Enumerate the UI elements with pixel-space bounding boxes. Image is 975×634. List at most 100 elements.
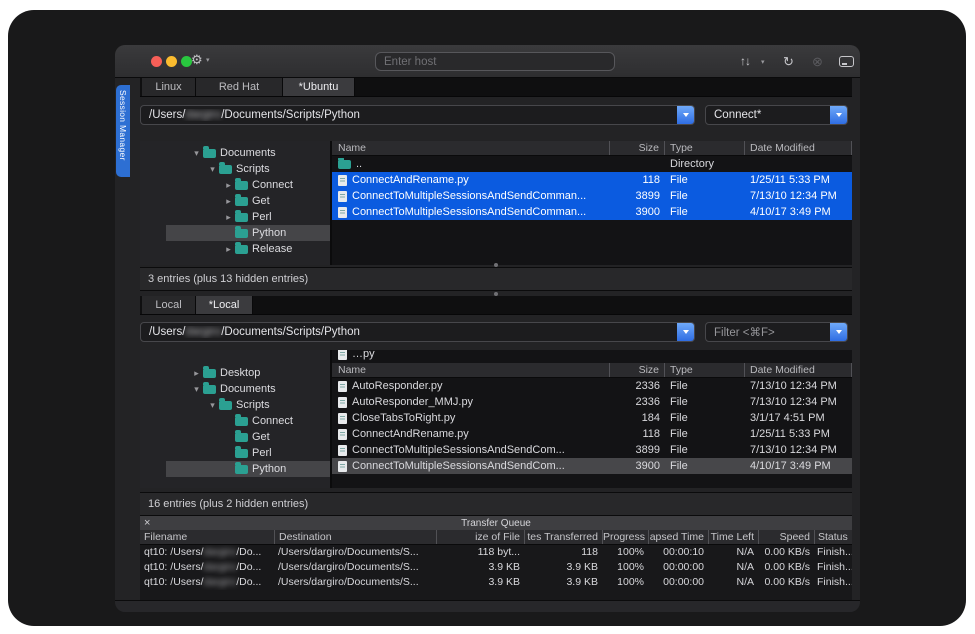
window-bottom-edge xyxy=(115,600,860,612)
transfer-queue-columns[interactable]: Filename Destination ize of File tes Tra… xyxy=(140,530,852,545)
tab-ubuntu[interactable]: *Ubuntu xyxy=(283,78,355,96)
tree-item-python[interactable]: Python xyxy=(140,461,330,477)
column-header-filename[interactable]: Filename xyxy=(140,530,274,544)
file-type-cell: File xyxy=(665,190,745,202)
tree-item-documents[interactable]: Documents xyxy=(140,145,330,161)
column-header-date-modified[interactable]: Date Modified xyxy=(745,363,852,377)
tree-item-get[interactable]: Get xyxy=(140,193,330,209)
column-header-size-of-file[interactable]: ize of File xyxy=(436,530,524,544)
path-suffix: /Documents/Scripts/Python xyxy=(221,326,360,338)
column-header-speed[interactable]: Speed xyxy=(758,530,814,544)
disclosure-open-icon[interactable] xyxy=(206,164,219,175)
file-size-cell: 3899 xyxy=(610,190,665,202)
file-row-selected[interactable]: ConnectAndRename.py 118 File 1/25/11 5:3… xyxy=(332,172,852,188)
folder-icon xyxy=(235,449,248,458)
disclosure-open-icon[interactable] xyxy=(190,148,203,159)
file-size-cell: 118 xyxy=(610,174,665,186)
tab-local-active[interactable]: *Local xyxy=(196,296,253,314)
dropdown-button[interactable] xyxy=(830,323,847,341)
local-list-header[interactable]: Name Size Type Date Modified xyxy=(332,363,852,378)
host-input[interactable] xyxy=(375,52,615,71)
tree-item-perl[interactable]: Perl xyxy=(140,209,330,225)
column-header-size[interactable]: Size xyxy=(610,141,665,155)
file-row-selected[interactable]: ConnectToMultipleSessionsAndSendCom... 3… xyxy=(332,458,852,474)
tree-item-connect[interactable]: Connect xyxy=(140,413,330,429)
column-header-status[interactable]: Status xyxy=(814,530,852,544)
tab-red-hat[interactable]: Red Hat xyxy=(196,78,283,96)
file-name-label: AutoResponder.py xyxy=(352,380,443,392)
file-row[interactable]: ConnectAndRename.py 118 File 1/25/11 5:3… xyxy=(332,426,852,442)
tree-item-scripts[interactable]: Scripts xyxy=(140,397,330,413)
dropdown-button[interactable] xyxy=(830,106,847,124)
tree-item-scripts[interactable]: Scripts xyxy=(140,161,330,177)
queue-row[interactable]: qt10: /Users/dargiro/Do... /Users/dargir… xyxy=(140,575,852,590)
column-header-time-left[interactable]: Time Left xyxy=(708,530,758,544)
close-window-button[interactable] xyxy=(151,56,162,67)
column-header-progress[interactable]: Progress xyxy=(602,530,648,544)
filter-combo[interactable]: Filter <⌘F> xyxy=(705,322,848,342)
tree-item-get[interactable]: Get xyxy=(140,429,330,445)
file-date-cell: 7/13/10 12:34 PM xyxy=(745,190,852,202)
column-header-name[interactable]: Name xyxy=(332,141,610,155)
remote-path-combo[interactable]: /Users/dargiro/Documents/Scripts/Python xyxy=(140,105,695,125)
column-header-name[interactable]: Name xyxy=(332,363,610,377)
tree-item-release[interactable]: Release xyxy=(140,241,330,257)
file-row[interactable]: ConnectToMultipleSessionsAndSendCom... 3… xyxy=(332,442,852,458)
file-row-selected[interactable]: ConnectToMultipleSessionsAndSendComman..… xyxy=(332,204,852,220)
file-size-cell: 118 xyxy=(610,428,665,440)
file-row[interactable]: .. Directory xyxy=(332,156,852,172)
disclosure-closed-icon[interactable] xyxy=(222,244,235,255)
tree-item-perl[interactable]: Perl xyxy=(140,445,330,461)
session-manager-tab[interactable]: Session Manager xyxy=(116,85,130,177)
transfer-queue-header[interactable]: × Transfer Queue xyxy=(140,516,852,530)
tree-item-label: Documents xyxy=(220,383,276,395)
column-header-bytes-transferred[interactable]: tes Transferred xyxy=(524,530,602,544)
file-row-selected[interactable]: ConnectToMultipleSessionsAndSendComman..… xyxy=(332,188,852,204)
disclosure-closed-icon[interactable] xyxy=(222,212,235,223)
queue-row[interactable]: qt10: /Users/dargiro/Do... /Users/dargir… xyxy=(140,545,852,560)
disclosure-closed-icon[interactable] xyxy=(222,180,235,191)
remote-list-header[interactable]: Name Size Type Date Modified xyxy=(332,141,852,156)
local-path-combo[interactable]: /Users/dargiro/Documents/Scripts/Python xyxy=(140,322,695,342)
queue-row[interactable]: qt10: /Users/dargiro/Do... /Users/dargir… xyxy=(140,560,852,575)
file-row[interactable]: CloseTabsToRight.py 184 File 3/1/17 4:51… xyxy=(332,410,852,426)
disclosure-open-icon[interactable] xyxy=(206,400,219,411)
connect-combo[interactable]: Connect* xyxy=(705,105,848,125)
tree-item-python[interactable]: Python xyxy=(140,225,330,241)
folder-icon xyxy=(235,197,248,206)
disclosure-open-icon[interactable] xyxy=(190,384,203,395)
tree-item-label: Perl xyxy=(252,447,272,459)
column-header-size[interactable]: Size xyxy=(610,363,665,377)
terminal-icon[interactable] xyxy=(839,56,854,67)
tree-item-desktop[interactable]: Desktop xyxy=(140,365,330,381)
remote-folder-tree: Documents Scripts Connect Get Perl Pytho… xyxy=(140,141,330,265)
dropdown-button[interactable] xyxy=(677,106,694,124)
disclosure-closed-icon[interactable] xyxy=(222,196,235,207)
redacted-username: dargiro xyxy=(204,561,237,573)
minimize-window-button[interactable] xyxy=(166,56,177,67)
column-header-destination[interactable]: Destination xyxy=(274,530,436,544)
column-header-type[interactable]: Type xyxy=(665,141,745,155)
file-row[interactable]: AutoResponder_MMJ.py 2336 File 7/13/10 1… xyxy=(332,394,852,410)
remote-status-text: 3 entries (plus 13 hidden entries) xyxy=(148,273,308,285)
disclosure-closed-icon[interactable] xyxy=(190,368,203,379)
file-icon xyxy=(338,207,347,218)
column-header-date-modified[interactable]: Date Modified xyxy=(745,141,852,155)
tree-item-documents[interactable]: Documents xyxy=(140,381,330,397)
clipped-file-row[interactable]: …py xyxy=(332,350,852,363)
sort-icon[interactable]: ↑↓ xyxy=(740,54,750,68)
refresh-icon[interactable]: ↻ xyxy=(783,54,794,70)
title-bar[interactable]: ⚙ ▾ ↑↓ ▾ ↻ ⊗ xyxy=(115,45,860,78)
queue-size-cell: 118 byt... xyxy=(436,545,524,560)
tree-item-connect[interactable]: Connect xyxy=(140,177,330,193)
file-row[interactable]: AutoResponder.py 2336 File 7/13/10 12:34… xyxy=(332,378,852,394)
tab-local[interactable]: Local xyxy=(142,296,196,314)
gear-icon[interactable]: ⚙ xyxy=(191,52,203,68)
queue-destination-cell: /Users/dargiro/Documents/S... xyxy=(274,560,436,575)
tab-linux[interactable]: Linux xyxy=(142,78,196,96)
column-header-type[interactable]: Type xyxy=(665,363,745,377)
column-header-elapsed-time[interactable]: apsed Time xyxy=(648,530,708,544)
file-type-cell: File xyxy=(665,428,745,440)
close-icon[interactable]: × xyxy=(144,516,150,530)
dropdown-button[interactable] xyxy=(677,323,694,341)
